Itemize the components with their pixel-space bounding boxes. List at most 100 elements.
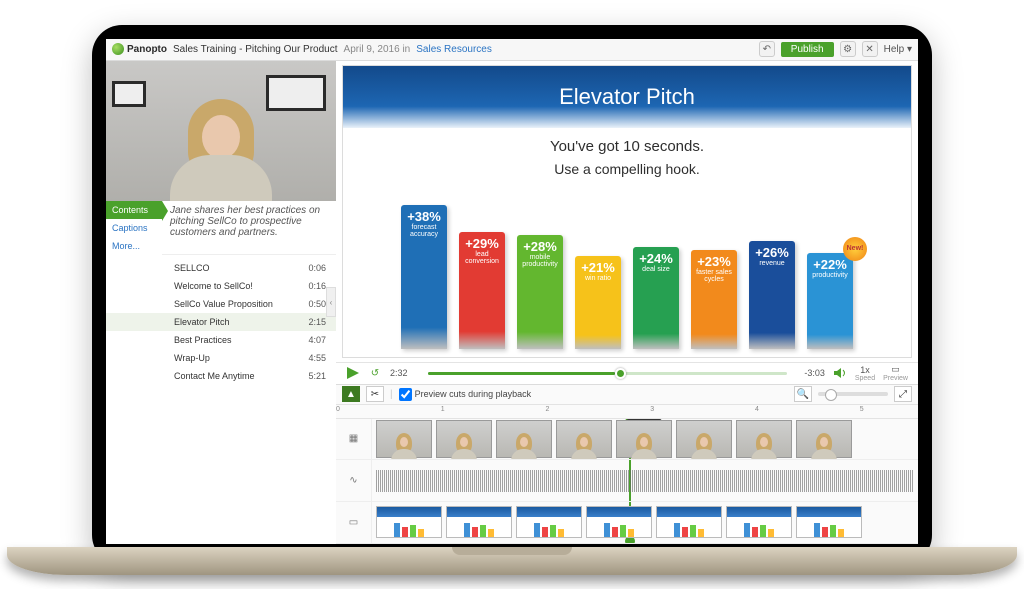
toc-label: Contact Me Anytime: [174, 371, 255, 381]
slide-viewer[interactable]: Elevator Pitch You've got 10 seconds. Us…: [342, 65, 912, 358]
toc-item[interactable]: Elevator Pitch 2:15: [106, 313, 336, 331]
help-link[interactable]: Help ▾: [884, 44, 912, 55]
video-clip[interactable]: 2:32.00: [616, 420, 672, 458]
chart-bar: +38%forecast accuracy: [401, 205, 447, 349]
session-description: Jane shares her best practices on pitchi…: [162, 201, 336, 255]
bar-percent: +23%: [697, 254, 731, 269]
bar-percent: +21%: [581, 260, 615, 275]
video-clip[interactable]: [496, 420, 552, 458]
video-clip[interactable]: [736, 420, 792, 458]
tab-more[interactable]: More...: [106, 237, 162, 255]
preview-toggle[interactable]: ▭Preview: [883, 364, 908, 382]
speed-control[interactable]: 1xSpeed: [855, 365, 875, 382]
video-track[interactable]: 2:32.00: [372, 419, 918, 461]
rewind-10-icon[interactable]: ↺: [368, 366, 382, 380]
slide-line-2: Use a compelling hook.: [343, 161, 911, 177]
toc-item[interactable]: Wrap-Up4:55: [106, 349, 336, 367]
seek-bar[interactable]: [428, 372, 787, 375]
bar-percent: +22%: [813, 257, 847, 272]
session-date: April 9, 2016 in: [344, 44, 411, 55]
chart-bar: +26%revenue: [749, 241, 795, 349]
play-icon[interactable]: [346, 366, 360, 380]
brand-logo: Panopto: [112, 43, 167, 55]
toc-item[interactable]: Best Practices 4:07: [106, 331, 336, 349]
presenter-video[interactable]: [106, 61, 336, 201]
bar-label: forecast accuracy: [401, 224, 447, 239]
timeline-editor: ▲ ✂ | Preview cuts during playback 🔍 ⤢: [336, 384, 918, 544]
left-panel: Contents Captions More... Jane shares he…: [106, 61, 336, 544]
toc-label: Best Practices: [174, 335, 232, 345]
chart-bar: +23%faster sales cycles: [691, 250, 737, 349]
undo-icon[interactable]: ↶: [759, 41, 775, 57]
audio-track[interactable]: [372, 460, 918, 502]
toc-label: SellCo Value Proposition: [174, 299, 273, 309]
close-icon[interactable]: ✕: [862, 41, 878, 57]
category-link[interactable]: Sales Resources: [416, 44, 492, 55]
toc-time: 2:15: [308, 317, 326, 327]
bar-label: mobile productivity: [517, 254, 563, 269]
wall-frame-icon: [112, 81, 146, 107]
collapse-panel-icon[interactable]: ‹: [326, 287, 336, 317]
pointer-tool-icon[interactable]: ▲: [342, 386, 360, 402]
video-clip[interactable]: [556, 420, 612, 458]
toc-time: 5:21: [308, 371, 326, 381]
tab-contents[interactable]: Contents: [106, 201, 162, 219]
bar-percent: +29%: [465, 236, 499, 251]
toc-item[interactable]: SellCo Value Proposition0:50: [106, 295, 336, 313]
toc-label: Welcome to SellCo!: [174, 281, 253, 291]
ruler-tick: 1: [441, 406, 445, 413]
slide-clip[interactable]: [726, 506, 792, 538]
zoom-slider[interactable]: [818, 392, 888, 396]
video-track-icon: ▦: [336, 419, 372, 461]
video-clip[interactable]: [796, 420, 852, 458]
volume-icon[interactable]: [833, 366, 847, 380]
clip-timestamp: 2:32.00: [627, 419, 662, 420]
player-controls: ↺ 2:32 -3:03 1xSpeed ▭Previ: [336, 362, 918, 384]
slides-track[interactable]: [372, 502, 918, 544]
toc-label: Elevator Pitch: [174, 317, 230, 327]
cut-tool-icon[interactable]: ✂: [366, 386, 384, 402]
slide-clip[interactable]: [376, 506, 442, 538]
chart-bar: +24%deal size: [633, 247, 679, 349]
laptop-base: [7, 547, 1017, 575]
slide-clip[interactable]: [796, 506, 862, 538]
toc-time: 0:16: [308, 281, 326, 291]
slide-bar-chart: +38%forecast accuracy+29%lead conversion…: [343, 189, 911, 349]
slide-line-1: You've got 10 seconds.: [343, 138, 911, 155]
preview-cuts-checkbox[interactable]: Preview cuts during playback: [399, 388, 532, 401]
timeline-ruler[interactable]: 012345: [336, 405, 918, 419]
ruler-tick: 0: [336, 406, 340, 413]
toc-item[interactable]: Welcome to SellCo! 0:16: [106, 277, 336, 295]
right-panel: ‹ Elevator Pitch You've got 10 seconds. …: [336, 61, 918, 544]
slide-clip[interactable]: [446, 506, 512, 538]
bar-percent: +28%: [523, 239, 557, 254]
video-clip[interactable]: [676, 420, 732, 458]
video-clip[interactable]: [436, 420, 492, 458]
chart-bar: +21%win ratio: [575, 256, 621, 349]
slides-track-icon: ▭: [336, 502, 372, 544]
remaining-time: -3:03: [795, 368, 825, 378]
toc-label: SELLCO: [174, 263, 210, 273]
settings-gear-icon[interactable]: ⚙: [840, 41, 856, 57]
bar-label: deal size: [640, 266, 672, 273]
tab-captions[interactable]: Captions: [106, 219, 162, 237]
video-clip[interactable]: [376, 420, 432, 458]
elapsed-time: 2:32: [390, 368, 420, 378]
ruler-tick: 5: [860, 406, 864, 413]
slide-clip[interactable]: [516, 506, 582, 538]
toc-time: 4:07: [308, 335, 326, 345]
slide-clip[interactable]: [586, 506, 652, 538]
chart-bar: New!+22%productivity: [807, 253, 853, 349]
publish-button[interactable]: Publish: [781, 42, 834, 57]
bar-percent: +38%: [407, 209, 441, 224]
zoom-out-icon[interactable]: 🔍: [794, 386, 812, 402]
toc-time: 4:55: [308, 353, 326, 363]
slide-clip[interactable]: [656, 506, 722, 538]
toc-item[interactable]: SELLCO0:06: [106, 259, 336, 277]
toc-item[interactable]: Contact Me Anytime 5:21: [106, 367, 336, 385]
preview-cuts-input[interactable]: [399, 388, 412, 401]
app-header: Panopto Sales Training - Pitching Our Pr…: [106, 39, 918, 61]
seek-knob[interactable]: [615, 368, 626, 379]
zoom-fit-icon[interactable]: ⤢: [894, 386, 912, 402]
bar-label: revenue: [757, 260, 786, 267]
